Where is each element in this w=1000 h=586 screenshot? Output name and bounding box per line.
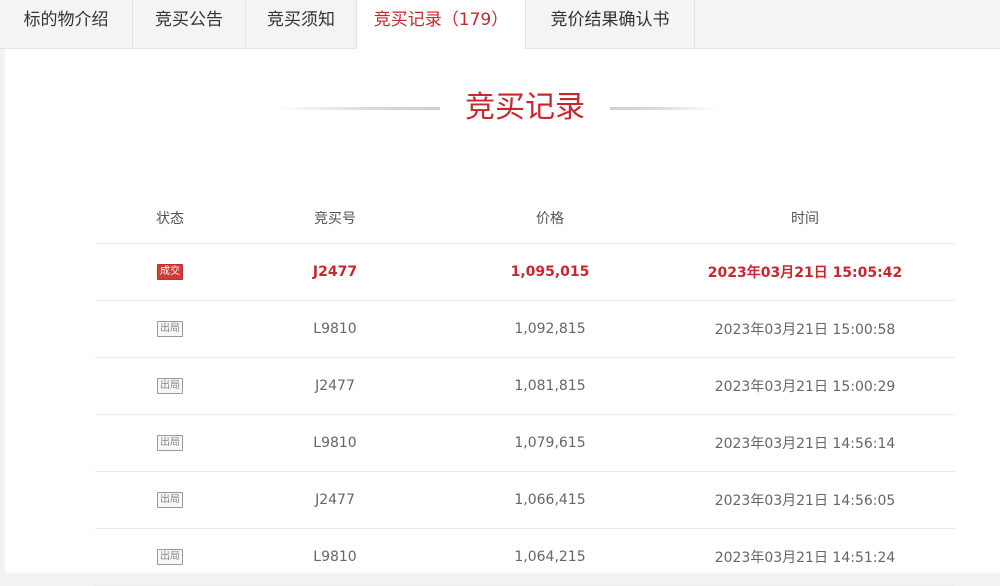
status-cell: 出局 <box>95 472 245 528</box>
tab-bid-records[interactable]: 竞买记录（179） <box>357 0 526 49</box>
bid-no-cell: L9810 <box>313 321 357 337</box>
price-cell: 1,079,615 <box>514 435 586 451</box>
tab-result-confirmation[interactable]: 竞价结果确认书 <box>526 0 695 48</box>
table-row: 出局 L9810 1,064,215 2023年03月21日 14:51:24 <box>95 529 955 586</box>
status-cell: 成交 <box>95 244 245 300</box>
tab-bar: 标的物介绍 竞买公告 竞买须知 竞买记录（179） 竞价结果确认书 <box>0 0 1000 49</box>
status-badge: 出局 <box>157 492 183 508</box>
status-badge: 出局 <box>157 549 183 565</box>
price-cell: 1,064,215 <box>514 549 586 565</box>
status-badge: 出局 <box>157 321 183 337</box>
table-header: 状态 竞买号 价格 时间 <box>95 193 955 244</box>
tab-notice[interactable]: 竞买须知 <box>246 0 357 48</box>
main-content: 竞买记录 状态 竞买号 价格 时间 成交 J2477 1,095,015 202… <box>5 49 1000 586</box>
status-badge: 成交 <box>157 264 183 280</box>
table-row: 出局 J2477 1,066,415 2023年03月21日 14:56:05 <box>95 472 955 529</box>
bid-no-cell: J2477 <box>315 492 355 508</box>
status-cell: 出局 <box>95 529 245 585</box>
header-time: 时间 <box>791 211 819 227</box>
status-badge: 出局 <box>157 378 183 394</box>
bid-records-table: 状态 竞买号 价格 时间 成交 J2477 1,095,015 2023年03月… <box>95 193 955 586</box>
bid-no-cell: L9810 <box>313 435 357 451</box>
time-cell: 2023年03月21日 15:05:42 <box>707 265 903 281</box>
section-title: 竞买记录 <box>465 90 585 125</box>
price-cell: 1,066,415 <box>514 492 586 508</box>
price-cell: 1,095,015 <box>510 264 590 280</box>
time-cell: 2023年03月21日 14:56:05 <box>714 493 896 509</box>
table-row: 成交 J2477 1,095,015 2023年03月21日 15:05:42 <box>95 244 955 301</box>
tab-announcement[interactable]: 竞买公告 <box>133 0 246 48</box>
price-cell: 1,081,815 <box>514 378 586 394</box>
status-cell: 出局 <box>95 358 245 414</box>
status-badge: 出局 <box>157 435 183 451</box>
table-row: 出局 L9810 1,092,815 2023年03月21日 15:00:58 <box>95 301 955 358</box>
time-cell: 2023年03月21日 15:00:58 <box>714 322 896 338</box>
header-bid-no: 竞买号 <box>314 211 356 227</box>
header-status: 状态 <box>156 211 184 227</box>
header-price: 价格 <box>536 211 564 227</box>
table-row: 出局 L9810 1,079,615 2023年03月21日 14:56:14 <box>95 415 955 472</box>
bid-no-cell: J2477 <box>315 378 355 394</box>
price-cell: 1,092,815 <box>514 321 586 337</box>
time-cell: 2023年03月21日 14:56:14 <box>714 436 896 452</box>
bid-no-cell: J2477 <box>312 264 358 280</box>
table-row: 出局 J2477 1,081,815 2023年03月21日 15:00:29 <box>95 358 955 415</box>
status-cell: 出局 <box>95 415 245 471</box>
time-cell: 2023年03月21日 14:51:24 <box>714 550 896 566</box>
status-cell: 出局 <box>95 301 245 357</box>
time-cell: 2023年03月21日 15:00:29 <box>714 379 896 395</box>
section-header: 竞买记录 <box>5 87 1000 137</box>
title-decoration-left <box>275 107 440 110</box>
title-decoration-right <box>610 107 720 110</box>
tab-item-intro[interactable]: 标的物介绍 <box>0 0 133 48</box>
bid-no-cell: L9810 <box>313 549 357 565</box>
